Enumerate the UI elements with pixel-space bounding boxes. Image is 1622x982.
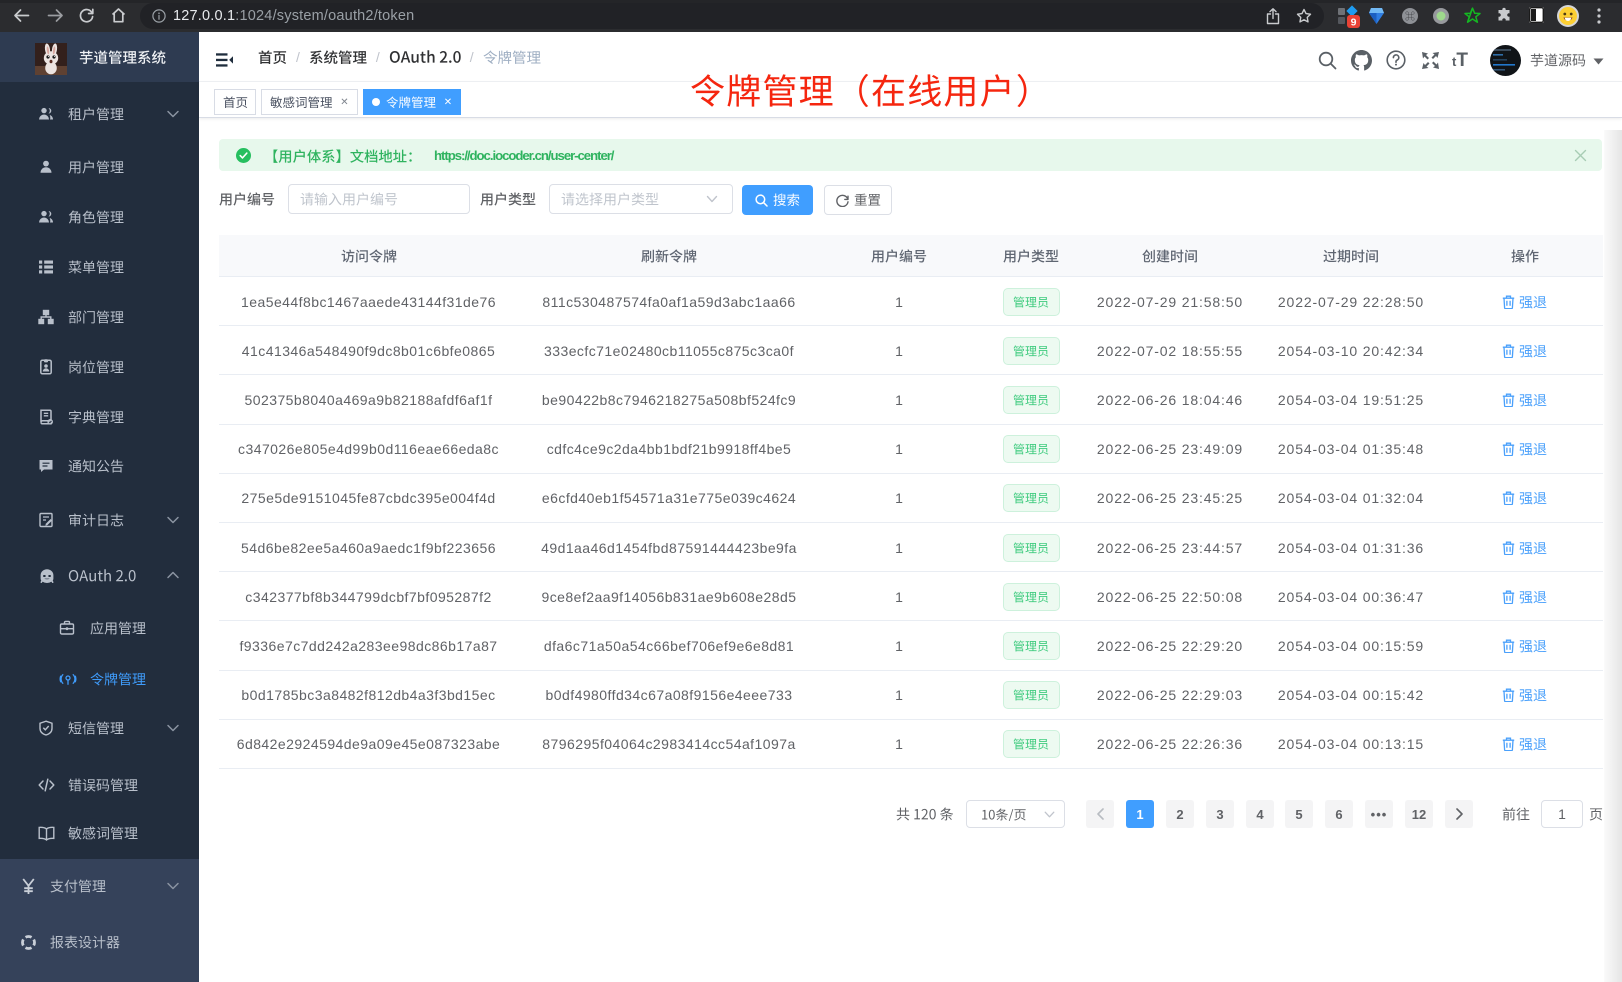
svg-text:9: 9	[1351, 16, 1357, 28]
svg-text:⌘: ⌘	[1405, 11, 1415, 23]
